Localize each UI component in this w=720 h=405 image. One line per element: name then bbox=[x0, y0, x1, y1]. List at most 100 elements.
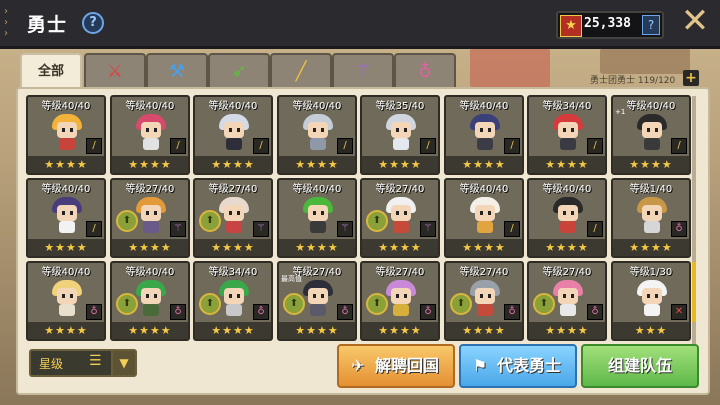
hero-card[interactable]: 等级27/40 最高值 ⬆ ♁ ★★★★ bbox=[277, 261, 357, 341]
hero-card[interactable]: 等级40/40 / ★★★★ bbox=[444, 178, 524, 258]
hero-card[interactable]: 等级34/40 / ★★★★ bbox=[527, 95, 607, 175]
hero-portrait bbox=[551, 112, 585, 152]
staff-icon: ⚚ bbox=[354, 61, 372, 82]
hero-level: 等级34/40 bbox=[542, 101, 592, 112]
hero-stars: ★★★★ bbox=[279, 322, 355, 339]
hero-card[interactable]: 等级40/40 / ★★★★ bbox=[193, 95, 273, 175]
weapon-icon: ⚚ bbox=[253, 221, 269, 237]
hero-level: 等级27/40 bbox=[375, 267, 425, 278]
tab-amulet[interactable]: ♁ bbox=[394, 53, 456, 89]
expand-roster-button[interactable]: + bbox=[683, 70, 699, 86]
hero-stars: ★★★★ bbox=[28, 156, 104, 173]
banner-icon: ⚑ bbox=[472, 356, 488, 375]
hero-stars: ★★★★ bbox=[112, 239, 188, 256]
hero-level: 等级40/40 bbox=[208, 101, 258, 112]
hero-card[interactable]: 等级40/40 / ★★★★ bbox=[26, 178, 106, 258]
hero-portrait bbox=[301, 112, 335, 152]
hero-stars: ★★★★ bbox=[28, 322, 104, 339]
hero-card[interactable]: 等级40/40 ⬆ ♁ ★★★★ bbox=[110, 261, 190, 341]
weapon-icon: / bbox=[420, 138, 436, 154]
hero-level: 等级40/40 bbox=[542, 184, 592, 195]
hero-portrait bbox=[50, 278, 84, 318]
hero-portrait bbox=[635, 112, 669, 152]
hero-card[interactable]: 等级27/40 ⬆ ⚚ ★★★★ bbox=[193, 178, 273, 258]
hero-stars: ★★★★ bbox=[529, 156, 605, 173]
hero-stars: ★★★★ bbox=[362, 239, 438, 256]
tab-rifle[interactable]: ╱ bbox=[270, 53, 332, 89]
scrollbar-thumb[interactable] bbox=[692, 262, 696, 322]
hero-portrait bbox=[468, 278, 502, 318]
hero-stars: ★★★★ bbox=[362, 156, 438, 173]
hero-stars: ★★★★ bbox=[195, 322, 271, 339]
form-team-label: 组建队伍 bbox=[607, 356, 672, 375]
tab-staff[interactable]: ⚚ bbox=[332, 53, 394, 89]
hero-card[interactable]: 等级35/40 / ★★★★ bbox=[360, 95, 440, 175]
hero-portrait bbox=[134, 278, 168, 318]
hero-card[interactable]: 等级1/30 ✕ ★★★ bbox=[611, 261, 691, 341]
hero-card[interactable]: 等级27/40 ⬆ ♁ ★★★★ bbox=[360, 261, 440, 341]
tab-bow[interactable]: ➶ bbox=[208, 53, 270, 89]
hero-stars: ★★★★ bbox=[112, 322, 188, 339]
tab-hammer[interactable]: ⚒ bbox=[146, 53, 208, 89]
hero-card[interactable]: 等级40/40 / ★★★★ bbox=[26, 95, 106, 175]
hero-portrait bbox=[384, 112, 418, 152]
hero-level: 等级40/40 bbox=[292, 184, 342, 195]
form-team-button[interactable]: 组建队伍 bbox=[581, 344, 699, 388]
hero-card[interactable]: 等级40/40 ⚚ ★★★★ bbox=[277, 178, 357, 258]
hero-level: 等级27/40 bbox=[375, 184, 425, 195]
hero-portrait bbox=[551, 278, 585, 318]
hero-card[interactable]: 等级27/40 ⬆ ♁ ★★★★ bbox=[444, 261, 524, 341]
hero-stars: ★★★★ bbox=[112, 156, 188, 173]
chevron-down-icon[interactable]: ▼ bbox=[111, 351, 135, 375]
hero-level: 等级40/40 bbox=[41, 101, 91, 112]
sort-order-icon[interactable]: ☰ bbox=[89, 353, 102, 369]
hero-portrait bbox=[384, 195, 418, 235]
weapon-icon: / bbox=[86, 138, 102, 154]
hero-stars: ★★★★ bbox=[613, 239, 689, 256]
hero-stars: ★★★★ bbox=[613, 156, 689, 173]
hero-portrait bbox=[635, 278, 669, 318]
weapon-icon: ♁ bbox=[671, 221, 687, 237]
currency-help-icon[interactable]: ? bbox=[642, 15, 660, 35]
background-scenery bbox=[600, 48, 690, 74]
weapon-icon: ♁ bbox=[170, 304, 186, 320]
weapon-icon: / bbox=[337, 138, 353, 154]
hero-card[interactable]: 等级40/40 / ★★★★ bbox=[110, 95, 190, 175]
hero-card[interactable]: 等级40/40 +1/★★★★ bbox=[611, 95, 691, 175]
lock-icon: ✕ bbox=[671, 304, 687, 320]
hero-level: 等级35/40 bbox=[375, 101, 425, 112]
hero-card[interactable]: 等级27/40 ⬆ ⚚ ★★★★ bbox=[110, 178, 190, 258]
hero-card[interactable]: 等级34/40 ⬆ ♁ ★★★★ bbox=[193, 261, 273, 341]
hero-portrait bbox=[301, 195, 335, 235]
hero-level: 等级40/40 bbox=[41, 184, 91, 195]
hero-card[interactable]: 等级40/40 / ★★★★ bbox=[444, 95, 524, 175]
sort-dropdown[interactable]: 星级 ☰ ▼ bbox=[29, 349, 137, 377]
weapon-icon: / bbox=[253, 138, 269, 154]
hero-level: 等级40/40 bbox=[125, 101, 175, 112]
hero-card[interactable]: 等级40/40 / ★★★★ bbox=[277, 95, 357, 175]
hero-level: 等级40/40 bbox=[292, 101, 342, 112]
hero-level: 等级40/40 bbox=[125, 267, 175, 278]
dismiss-hero-button[interactable]: ✈ 解聘回国 bbox=[337, 344, 455, 388]
hero-stars: ★★★★ bbox=[529, 239, 605, 256]
hero-stars: ★★★★ bbox=[446, 322, 522, 339]
hero-card[interactable]: 等级40/40 / ★★★★ bbox=[527, 178, 607, 258]
help-button[interactable]: ? bbox=[82, 12, 104, 34]
hero-card[interactable]: 等级1/40 ♁ ★★★★ bbox=[611, 178, 691, 258]
sort-label: 星级 bbox=[39, 357, 64, 371]
hero-portrait bbox=[217, 278, 251, 318]
weapon-icon: / bbox=[170, 138, 186, 154]
hero-level: 等级27/40 bbox=[542, 267, 592, 278]
rifle-icon: ╱ bbox=[295, 61, 307, 82]
hero-card[interactable]: 等级27/40 ⬆ ⚚ ★★★★ bbox=[360, 178, 440, 258]
weapon-icon: / bbox=[671, 138, 687, 154]
hero-card[interactable]: 等级40/40 ♁ ★★★★ bbox=[26, 261, 106, 341]
roster-count: 勇士团勇士 119/120 bbox=[590, 76, 676, 86]
close-icon[interactable]: ✕ bbox=[680, 4, 710, 38]
amulet-icon: ♁ bbox=[418, 61, 432, 82]
currency-amount: 25,338 bbox=[584, 16, 631, 31]
hero-card[interactable]: 等级27/40 ⬆ ♁ ★★★★ bbox=[527, 261, 607, 341]
representative-hero-button[interactable]: ⚑ 代表勇士 bbox=[459, 344, 577, 388]
tab-sword[interactable]: ⚔ bbox=[84, 53, 146, 89]
weapon-icon: / bbox=[587, 221, 603, 237]
